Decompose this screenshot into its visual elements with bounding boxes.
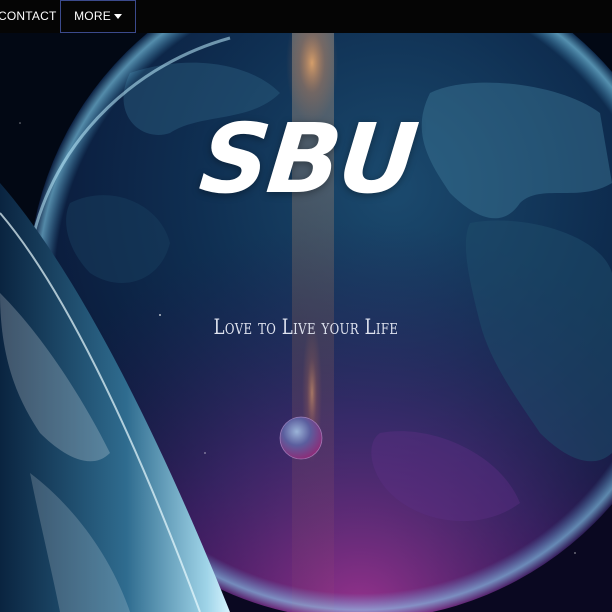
nav-more-label: MORE	[74, 9, 111, 23]
top-navigation-bar: CONTACT MORE	[0, 0, 612, 33]
hero-section: SBU Love to Live your Life	[0, 33, 612, 612]
nav-more-dropdown[interactable]: MORE	[60, 0, 136, 33]
hero-tagline: Love to Live your Life	[213, 315, 399, 339]
caret-down-icon	[113, 14, 122, 19]
site-logo: SBU	[194, 103, 422, 215]
nav-link-contact[interactable]: CONTACT	[0, 0, 57, 33]
